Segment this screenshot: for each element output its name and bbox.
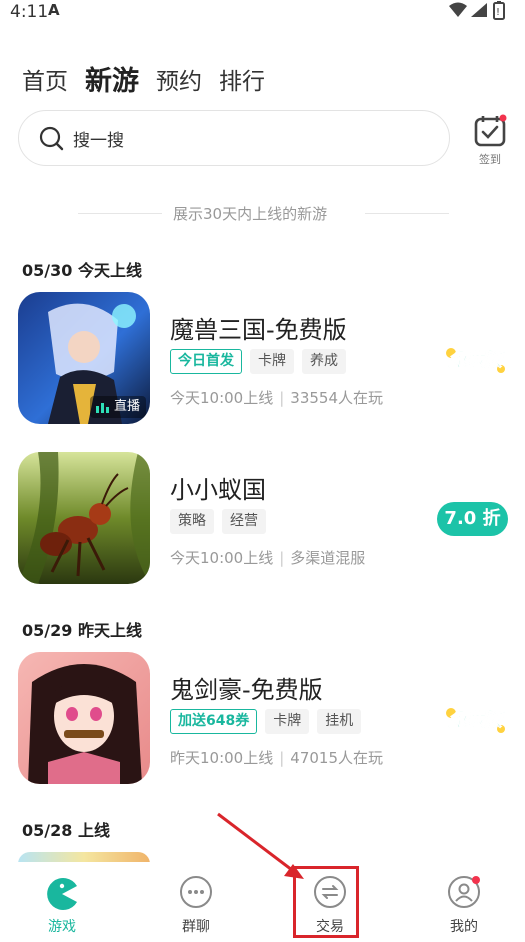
search-icon: [39, 126, 65, 156]
game-name[interactable]: 魔兽三国-免费版: [170, 310, 347, 345]
game-item[interactable]: 小小蚁国 策略 经营 今天10:00上线 | 多渠道混服 7.0 折: [0, 452, 525, 584]
wifi-icon: [449, 2, 467, 17]
tag: 养成: [302, 349, 346, 374]
calendar-check-icon: [474, 114, 507, 147]
nav-label: 游戏: [48, 919, 76, 935]
signin-button[interactable]: 签到: [472, 113, 508, 166]
launch-time: 今天10:00上线: [170, 389, 274, 407]
date-header: 05/30 今天上线: [22, 261, 142, 280]
notification-dot: [472, 876, 480, 884]
search-placeholder: 搜一搜: [73, 131, 124, 151]
game-meta: 今天10:00上线 | 33554人在玩: [170, 387, 383, 408]
divider-line-right: [365, 213, 449, 214]
game-item[interactable]: 鬼剑豪-免费版 加送648券 卡牌 挂机 昨天10:00上线 | 47015人在玩 …: [0, 652, 525, 784]
annotation-highlight-box: [293, 866, 359, 938]
divider-text: 展示30天内上线的新游: [173, 205, 328, 223]
status-time: 4:11: [10, 2, 49, 22]
nav-label: 我的: [450, 919, 478, 935]
game-icon[interactable]: 直播: [18, 292, 150, 424]
tab-reserve[interactable]: 预约: [156, 64, 202, 100]
tag: 卡牌: [250, 349, 294, 374]
free-badge-text: 免费版: [448, 350, 506, 371]
nav-label: 群聊: [182, 919, 210, 935]
meta-separator: |: [279, 749, 285, 767]
game-tags: 加送648券 卡牌 挂机: [170, 709, 369, 734]
live-label: 直播: [113, 399, 140, 414]
tag: 挂机: [317, 709, 362, 734]
tag: 卡牌: [265, 709, 310, 734]
meta-separator: |: [279, 549, 285, 567]
signin-label: 签到: [479, 153, 501, 166]
game-name[interactable]: 小小蚁国: [170, 470, 266, 505]
tag-highlight: 加送648券: [170, 709, 258, 734]
free-version-badge[interactable]: 免费版: [442, 342, 508, 376]
tab-ranking[interactable]: 排行: [219, 64, 265, 100]
game-meta: 今天10:00上线 | 多渠道混服: [170, 547, 365, 568]
game-icon[interactable]: [18, 452, 150, 584]
free-version-badge[interactable]: 免费版: [442, 702, 508, 736]
date-header: 05/28 上线: [22, 821, 110, 840]
discount-badge[interactable]: 7.0 折: [437, 502, 508, 536]
server-info: 多渠道混服: [290, 549, 366, 567]
meta-separator: |: [279, 389, 285, 407]
tab-home[interactable]: 首页: [22, 64, 68, 100]
game-tags: 今日首发 卡牌 养成: [170, 349, 354, 374]
top-tabs: 首页 新游 预约 排行: [22, 60, 282, 100]
svg-text:!: !: [496, 7, 500, 18]
game-icon[interactable]: [18, 652, 150, 784]
launch-time: 今天10:00上线: [170, 549, 274, 567]
game-tags: 策略 经营: [170, 509, 274, 534]
status-bar: 4:11 A !: [0, 0, 525, 28]
date-header: 05/29 昨天上线: [22, 621, 142, 640]
bottom-nav: 游戏 群聊 交易 我的: [0, 862, 525, 942]
signal-icon: [471, 3, 487, 17]
live-badge: 直播: [89, 396, 146, 418]
search-input[interactable]: 搜一搜: [18, 110, 450, 166]
status-icons: !: [447, 0, 517, 26]
app-notification-icon: A: [48, 1, 60, 19]
player-count: 47015人在玩: [290, 749, 384, 767]
game-meta: 昨天10:00上线 | 47015人在玩: [170, 747, 383, 768]
game-item[interactable]: 直播 魔兽三国-免费版 今日首发 卡牌 养成 今天10:00上线 | 33554人在…: [0, 292, 525, 424]
game-name[interactable]: 鬼剑豪-免费版: [170, 670, 323, 705]
player-count: 33554人在玩: [290, 389, 384, 407]
launch-time: 昨天10:00上线: [170, 749, 274, 767]
chat-dots-icon: [180, 876, 212, 908]
tab-new-games[interactable]: 新游: [85, 64, 139, 100]
free-badge-text: 免费版: [448, 710, 506, 731]
tag: 策略: [170, 509, 214, 534]
pacman-icon: [47, 878, 77, 910]
tag: 经营: [222, 509, 266, 534]
divider-line-left: [78, 213, 162, 214]
tag-highlight: 今日首发: [170, 349, 242, 374]
